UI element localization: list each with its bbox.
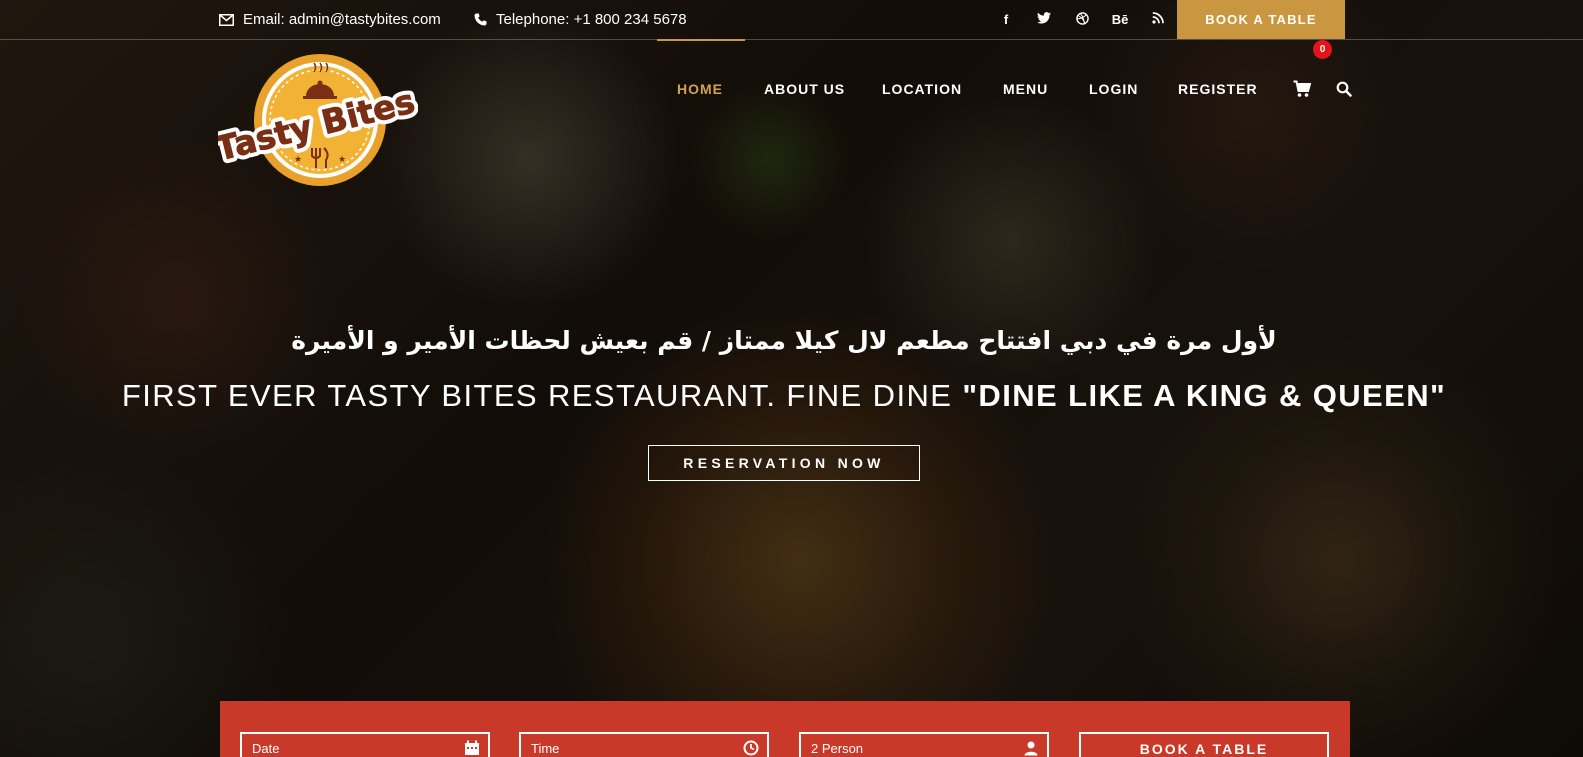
book-a-table-submit-button[interactable]: BOOK A TABLE [1079, 732, 1329, 757]
facebook-icon[interactable]: f [987, 12, 1025, 27]
date-placeholder: Date [252, 741, 280, 756]
nav-item-register[interactable]: REGISTER [1178, 81, 1258, 97]
user-icon [1023, 740, 1039, 756]
reservation-now-button[interactable]: RESERVATION NOW [648, 445, 920, 481]
dribbble-icon[interactable] [1063, 11, 1101, 28]
svg-text:★: ★ [294, 155, 302, 165]
email-contact[interactable]: Email: admin@tastybites.com [219, 0, 441, 39]
behance-icon[interactable]: Bē [1101, 12, 1139, 27]
social-links: f Bē [987, 0, 1177, 39]
time-placeholder: Time [531, 741, 560, 756]
email-text: Email: admin@tastybites.com [243, 11, 441, 28]
hero-headline: FIRST EVER TASTY BITES RESTAURANT. FINE … [0, 378, 1568, 414]
clock-icon [743, 740, 759, 756]
nav-item-home[interactable]: HOME [677, 81, 723, 97]
time-field[interactable]: Time [519, 732, 769, 757]
nav-item-login[interactable]: LOGIN [1089, 81, 1138, 97]
telephone-text: Telephone: +1 800 234 5678 [496, 11, 687, 28]
phone-icon [474, 13, 487, 26]
search-icon[interactable] [1336, 81, 1352, 97]
hero-headline-regular: FIRST EVER TASTY BITES RESTAURANT. FINE … [121, 378, 963, 413]
tasty-bites-logo[interactable]: ★ ★ Tasty Bites Tasty Bites [207, 52, 423, 192]
hero-arabic-tagline: لأول مرة في دبي افتتاح مطعم لال كيلا ممت… [291, 326, 1277, 355]
twitter-icon[interactable] [1025, 12, 1063, 27]
hero-headline-bold: "DINE LIKE A KING & QUEEN" [962, 378, 1447, 413]
book-a-table-top-button[interactable]: BOOK A TABLE [1177, 0, 1345, 39]
date-field[interactable]: Date [240, 732, 490, 757]
cart-icon[interactable] [1293, 80, 1312, 98]
top-bar: Email: admin@tastybites.com Telephone: +… [0, 0, 1583, 40]
calendar-icon [464, 740, 480, 756]
rss-icon[interactable] [1139, 12, 1177, 27]
persons-value: 2 Person [811, 741, 864, 756]
cart-count-badge: 0 [1313, 40, 1332, 59]
nav-active-indicator [657, 39, 745, 41]
svg-text:★: ★ [338, 155, 346, 165]
telephone-contact[interactable]: Telephone: +1 800 234 5678 [474, 0, 687, 39]
envelope-icon [219, 13, 234, 26]
reservation-bar: Date Time 2 Person BOOK A TABLE [220, 701, 1350, 757]
nav-item-menu[interactable]: MENU [1003, 81, 1048, 97]
nav-item-about-us[interactable]: ABOUT US [764, 81, 845, 97]
nav-item-location[interactable]: LOCATION [882, 81, 962, 97]
persons-field[interactable]: 2 Person [799, 732, 1049, 757]
